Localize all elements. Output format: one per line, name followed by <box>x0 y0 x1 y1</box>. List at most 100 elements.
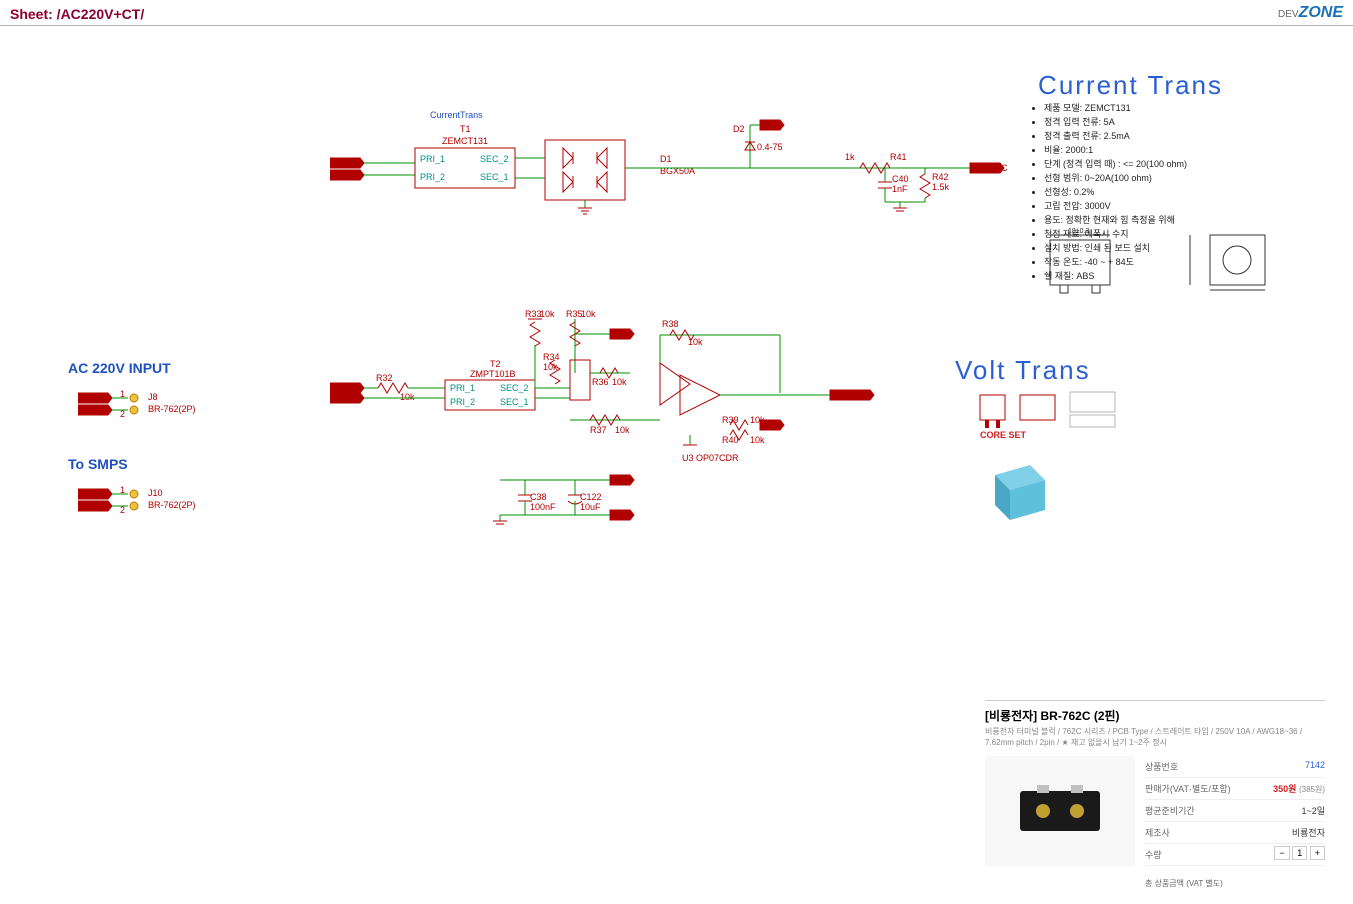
r36-val: 10k <box>612 377 627 387</box>
r42-ref: R42 <box>932 172 949 182</box>
c40-ref: C40 <box>892 174 909 184</box>
ct-5v: +5V <box>762 120 778 130</box>
t2-pri1: PRI_1 <box>450 383 475 393</box>
t2-sec1: SEC_1 <box>500 397 529 407</box>
ct-net-in-top: AC_L <box>333 158 356 168</box>
ct-spec-0: 제품 모델: ZEMCT131 <box>1044 101 1210 114</box>
current-trans-title: Current Trans <box>1038 70 1223 101</box>
r42-val: 1.5k <box>932 182 950 192</box>
prod-maker-k: 제조사 <box>1145 826 1170 839</box>
dim-w: 18±0.3 <box>1068 228 1089 235</box>
r39-ref: R39 <box>722 415 739 425</box>
ct-spec-7: 고립 전압: 3000V <box>1044 199 1210 212</box>
connector-j8: AC_L AC_N1 1 2 J8 BR-762(2P) <box>78 390 218 420</box>
d2-ref: D2 <box>733 124 745 134</box>
r37-ref: R37 <box>590 425 607 435</box>
qty-minus-button[interactable]: − <box>1274 846 1289 860</box>
t2-sec2: SEC_2 <box>500 383 529 393</box>
ct-dimension-drawing-2 <box>1180 225 1290 300</box>
j8-net-top: AC_L <box>81 393 104 403</box>
r41-ref: R41 <box>890 152 907 162</box>
ct-sec1: SEC_1 <box>480 172 509 182</box>
ct-spec-2: 정격 출력 전류: 2.5mA <box>1044 129 1210 142</box>
ct-t1-ref: T1 <box>460 124 471 134</box>
product-name: [비룡전자] BR-762C (2핀) <box>985 707 1325 724</box>
product-image <box>985 756 1135 866</box>
prod-code-v: 7142 <box>1305 760 1325 773</box>
ct-spec-4: 단계 (정격 입력 때) : <= 20(100 ohm) <box>1044 157 1210 170</box>
r40-val: 10k <box>750 435 765 445</box>
ct-sec2: SEC_2 <box>480 154 509 164</box>
j8-net-bot: AC_N1 <box>81 405 110 415</box>
devzone-logo: DEVZONE <box>1278 4 1343 22</box>
product-desc: 비룡전자 터미널 블럭 / 762C 시리즈 / PCB Type / 스트레이… <box>985 726 1325 748</box>
logo-dev: DEV <box>1278 9 1299 20</box>
c38-val: 100nF <box>530 502 556 512</box>
volt-trans-title: Volt Trans <box>955 355 1091 386</box>
c122-val: 10uF <box>580 502 601 512</box>
r33-val: 10k <box>540 309 555 319</box>
t2-pri2: PRI_2 <box>450 397 475 407</box>
ct-t1-part: ZEMCT131 <box>442 136 488 146</box>
logo-zone: ZONE <box>1299 4 1343 21</box>
to-smps-title: To SMPS <box>68 456 128 472</box>
u3-ref: U3 OP07CDR <box>682 453 739 463</box>
d2-part: 0.4-75 <box>757 142 783 152</box>
vt-net-in-bot: AC_N1 <box>333 393 362 403</box>
r35-val: 10k <box>581 309 596 319</box>
ct-dimension-drawing-1: 18±0.3 <box>1040 225 1130 295</box>
r34-val: 10k <box>543 362 558 372</box>
t2-ref: T2 <box>490 359 501 369</box>
c40-val: 1nF <box>892 184 908 194</box>
prod-maker-v: 비룡전자 <box>1292 826 1325 839</box>
vt-out-net: aVolt_AC <box>833 390 871 400</box>
prod-lead-k: 평균준비기간 <box>1145 804 1195 817</box>
j10-part: BR-762(2P) <box>148 500 196 510</box>
r32-ref: R32 <box>376 373 393 383</box>
ac-input-title: AC 220V INPUT <box>68 360 171 376</box>
ct-pri1: PRI_1 <box>420 154 445 164</box>
sheet-title: Sheet: /AC220V+CT/ <box>10 6 144 22</box>
j10-ref: J10 <box>148 488 163 498</box>
d1-ref: D1 <box>660 154 672 164</box>
vt-net-in-top: AC_L1 <box>333 383 361 393</box>
r41-val: 1k <box>845 152 855 162</box>
ct-net-in-bot: AC_L1 <box>333 170 361 180</box>
j8-ref: J8 <box>148 392 158 402</box>
prod-price-k: 판매가(VAT·별도/포함) <box>1145 782 1231 795</box>
ct-schematic: AC_L AC_L1 CurrentTrans T1 ZEMCT131 PRI_… <box>330 110 1030 230</box>
prod-code-k: 상품번호 <box>1145 760 1178 773</box>
j10-pin2: 2 <box>120 505 125 515</box>
j10-net-bot: AC_N1 <box>81 501 110 511</box>
vt-5v-2: +5V <box>763 420 779 430</box>
r32-val: 10k <box>400 392 415 402</box>
title-divider <box>0 25 1353 26</box>
vt-5v-3: +5V <box>613 475 629 485</box>
prod-price-v: 350원 <box>1273 784 1296 794</box>
ct-spec-5: 선형 범위: 0~20A(100 ohm) <box>1044 171 1210 184</box>
j10-pin1: 1 <box>120 486 125 495</box>
ct-spec-6: 선형성: 0.2% <box>1044 185 1210 198</box>
vt-gnd: GND <box>613 510 634 520</box>
vt-3d-cube <box>985 455 1055 525</box>
prod-total-label: 총 상품금액 (VAT 별도) <box>1145 878 1223 889</box>
c38-ref: C38 <box>530 492 547 502</box>
qty-value: 1 <box>1292 846 1307 860</box>
ct-pri2: PRI_2 <box>420 172 445 182</box>
ct-spec-3: 비율: 2000:1 <box>1044 143 1210 156</box>
r38-val: 10k <box>688 337 703 347</box>
c122-ref: C122 <box>580 492 602 502</box>
ct-spec-1: 정격 입력 전류: 5A <box>1044 115 1210 128</box>
t2-part: ZMPT101B <box>470 369 516 379</box>
ct-out-net: aCT_AC <box>973 163 1008 173</box>
j8-pin1: 1 <box>120 390 125 399</box>
prod-lead-v: 1~2일 <box>1301 804 1325 817</box>
r34-ref: R34 <box>543 352 560 362</box>
r38-ref: R38 <box>662 319 679 329</box>
core-set-label: CORE SET <box>980 430 1027 440</box>
qty-plus-button[interactable]: + <box>1310 846 1325 860</box>
j8-pin2: 2 <box>120 409 125 419</box>
j10-net-top: AC_L1 <box>81 489 109 499</box>
r36-ref: R36 <box>592 377 609 387</box>
connector-j10: AC_L1 AC_N1 1 2 J10 BR-762(2P) <box>78 486 218 516</box>
